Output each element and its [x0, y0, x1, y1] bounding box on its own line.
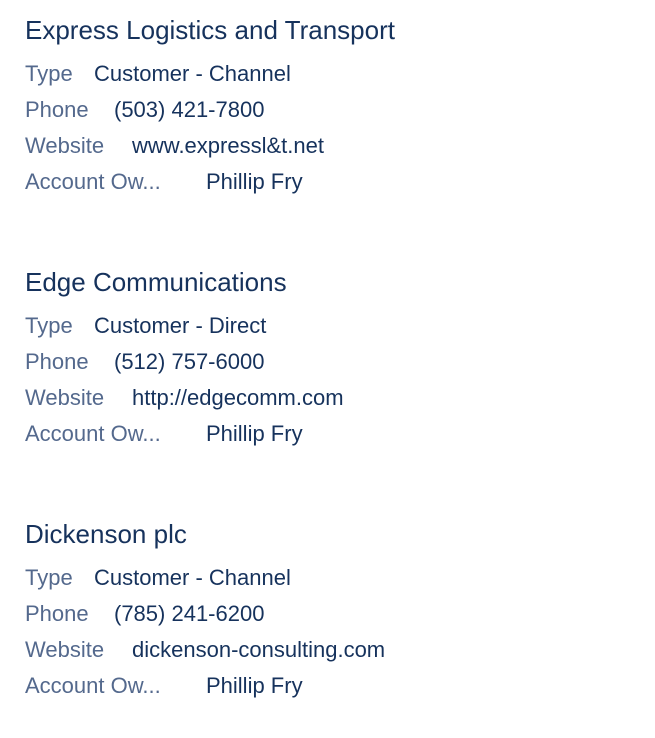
phone-value[interactable]: (512) 757-6000: [114, 344, 264, 380]
phone-label: Phone: [25, 601, 89, 626]
type-field: Type Customer - Channel: [25, 560, 645, 596]
owner-field: Account Ow... Phillip Fry: [25, 164, 645, 200]
website-label: Website: [25, 133, 105, 158]
owner-value[interactable]: Phillip Fry: [206, 164, 303, 200]
owner-field: Account Ow... Phillip Fry: [25, 416, 645, 452]
website-value[interactable]: dickenson-consulting.com: [132, 632, 385, 668]
account-card: Dickenson plc Type Customer - Channel Pho…: [25, 519, 645, 704]
website-label: Website: [25, 637, 105, 662]
phone-field: Phone (785) 241-6200: [25, 596, 645, 632]
type-field: Type Customer - Direct: [25, 308, 645, 344]
owner-label: Account Ow...: [25, 421, 161, 446]
type-value: Customer - Channel: [94, 565, 291, 590]
owner-label: Account Ow...: [25, 673, 161, 698]
phone-label: Phone: [25, 349, 89, 374]
type-label: Type: [25, 313, 73, 338]
website-field: Website http://edgecomm.com: [25, 380, 645, 416]
type-field: Type Customer - Channel: [25, 56, 645, 92]
website-field: Website www.expressl&t.net: [25, 128, 645, 164]
type-label: Type: [25, 565, 73, 590]
phone-field: Phone (512) 757-6000: [25, 344, 645, 380]
owner-label: Account Ow...: [25, 169, 161, 194]
account-name-link[interactable]: Express Logistics and Transport: [25, 15, 645, 45]
account-fields: Type Customer - Channel Phone (503) 421-78…: [25, 56, 645, 200]
website-field: Website dickenson-consulting.com: [25, 632, 645, 668]
website-label: Website: [25, 385, 105, 410]
account-name-link[interactable]: Edge Communications: [25, 267, 645, 297]
account-card: Edge Communications Type Customer - Direc…: [25, 267, 645, 452]
phone-value[interactable]: (503) 421-7800: [114, 92, 264, 128]
type-label: Type: [25, 61, 73, 86]
account-name-link[interactable]: Dickenson plc: [25, 519, 645, 549]
account-fields: Type Customer - Direct Phone (512) 757-600…: [25, 308, 645, 452]
phone-field: Phone (503) 421-7800: [25, 92, 645, 128]
owner-value[interactable]: Phillip Fry: [206, 416, 303, 452]
website-value[interactable]: www.expressl&t.net: [132, 128, 324, 164]
type-value: Customer - Direct: [94, 313, 267, 338]
account-fields: Type Customer - Channel Phone (785) 241-62…: [25, 560, 645, 704]
account-card: Express Logistics and Transport Type Cust…: [25, 15, 645, 200]
type-value: Customer - Channel: [94, 61, 291, 86]
phone-label: Phone: [25, 97, 89, 122]
owner-value[interactable]: Phillip Fry: [206, 668, 303, 704]
phone-value[interactable]: (785) 241-6200: [114, 596, 264, 632]
website-value[interactable]: http://edgecomm.com: [132, 380, 344, 416]
owner-field: Account Ow... Phillip Fry: [25, 668, 645, 704]
